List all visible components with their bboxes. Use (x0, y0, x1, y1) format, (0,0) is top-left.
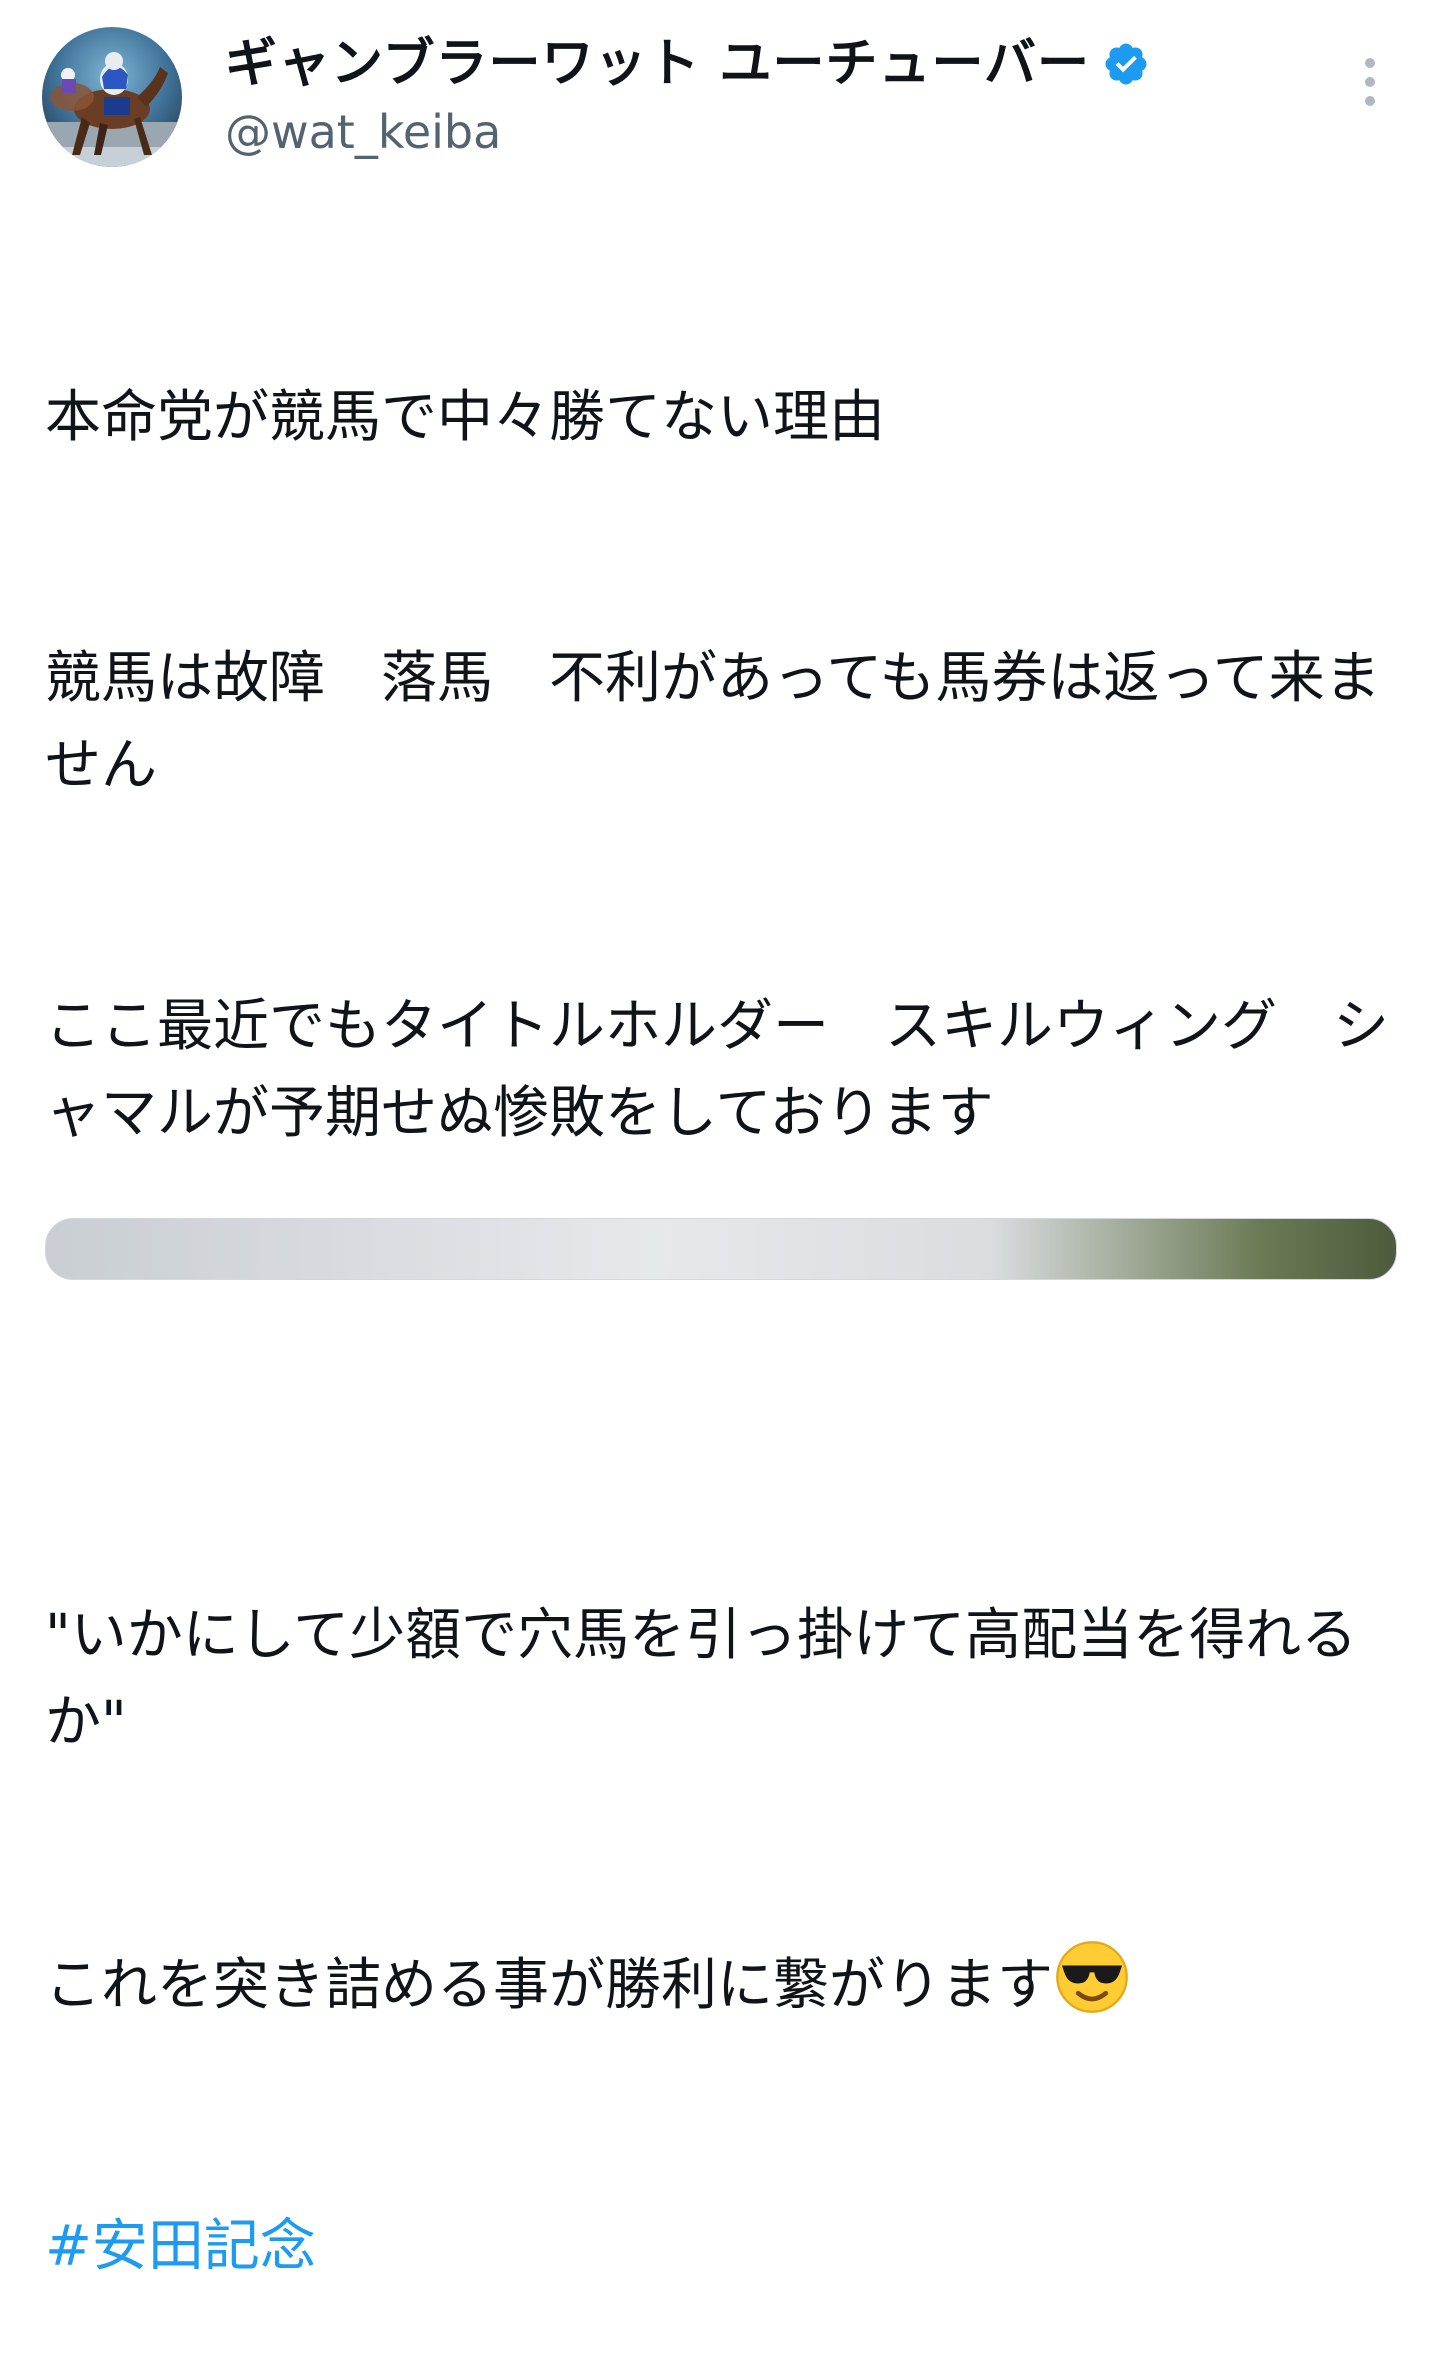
author-handle[interactable]: @wat_keiba (225, 100, 501, 164)
tweet-line: "いかにして少額で穴馬を引っ掛けて高配当を得れるか" (45, 1603, 1358, 1755)
tweet-line: ここ最近でもタイトルホルダー スキルウィング シャマルが予期せぬ惨敗をしておりま… (45, 994, 1389, 1146)
hashtag-link[interactable]: #安田記念 (45, 2203, 1405, 2290)
more-vertical-icon (1365, 58, 1375, 68)
tweet-line-text: これを突き詰める事が勝利に繋がります (45, 1953, 1053, 2018)
smiling-face-with-sunglasses-icon (1056, 1941, 1128, 2013)
more-vertical-icon-dot (1365, 96, 1375, 106)
author-avatar[interactable] (42, 27, 182, 167)
tweet-line-with-emoji: これを突き詰める事が勝利に繋がります (45, 1940, 1405, 2029)
racehorse-photo-avatar (42, 27, 182, 167)
more-options-button[interactable] (1345, 50, 1395, 114)
author-display-name[interactable]: ギャンブラーワット ユーチューバー (225, 28, 1150, 100)
tweet-line: 本命党が競馬で中々勝てない理由 (45, 385, 885, 450)
media-preview[interactable] (45, 1218, 1397, 1280)
more-vertical-icon-dot (1365, 77, 1375, 87)
tweet-line: 競馬は故障 落馬 不利があっても馬券は返って来ません (45, 646, 1381, 798)
verified-badge-icon (1105, 43, 1147, 85)
display-name-text: ギャンブラーワット ユーチューバー (225, 34, 1091, 94)
tweet-text: 本命党が競馬で中々勝てない理由 競馬は故障 落馬 不利があっても馬券は返って来ま… (45, 200, 1405, 2377)
